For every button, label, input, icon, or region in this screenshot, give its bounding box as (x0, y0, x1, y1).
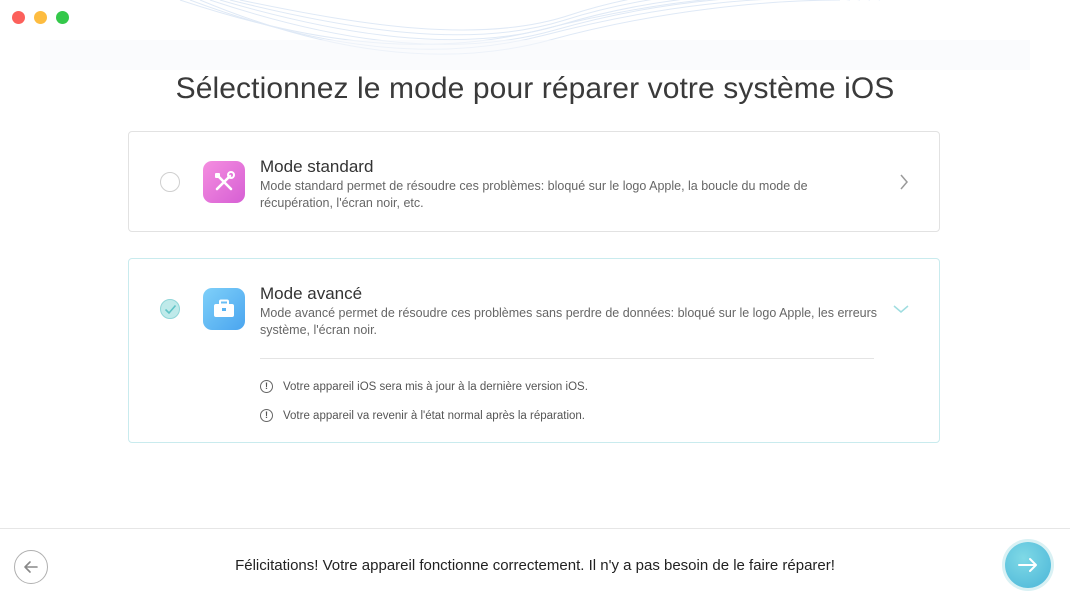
close-window-button[interactable] (12, 11, 25, 24)
divider (260, 358, 874, 359)
maximize-window-button[interactable] (56, 11, 69, 24)
window-controls (12, 11, 69, 24)
mode-description-advanced: Mode avancé permet de résoudre ces probl… (260, 306, 878, 337)
mode-radio-standard[interactable] (160, 172, 180, 192)
info-icon: ! (260, 380, 273, 393)
briefcase-icon (203, 288, 245, 330)
mode-card-standard[interactable]: Mode standard Mode standard permet de ré… (128, 131, 940, 232)
mode-title-advanced: Mode avancé (260, 284, 363, 303)
page-title: Sélectionnez le mode pour réparer votre … (175, 72, 895, 105)
tools-icon (203, 161, 245, 203)
note-item: ! Votre appareil va revenir à l'état nor… (260, 409, 585, 422)
checkmark-icon (164, 304, 177, 315)
chevron-down-icon[interactable] (893, 301, 909, 319)
note-text: Votre appareil iOS sera mis à jour à la … (283, 380, 588, 393)
header-decoration (0, 0, 1070, 80)
status-message: Félicitations! Votre appareil fonctionne… (235, 557, 835, 574)
minimize-window-button[interactable] (34, 11, 47, 24)
note-text: Votre appareil va revenir à l'état norma… (283, 409, 585, 422)
footer-bar: Félicitations! Votre appareil fonctionne… (0, 528, 1070, 600)
next-button[interactable] (1005, 542, 1051, 588)
mode-title-standard: Mode standard (260, 157, 374, 176)
mode-card-advanced[interactable]: Mode avancé Mode avancé permet de résoud… (128, 258, 940, 443)
arrow-right-icon (1018, 558, 1037, 572)
mode-description-standard: Mode standard permet de résoudre ces pro… (260, 179, 808, 210)
note-item: ! Votre appareil iOS sera mis à jour à l… (260, 380, 588, 393)
info-icon: ! (260, 409, 273, 422)
chevron-right-icon[interactable] (899, 174, 909, 195)
mode-radio-advanced[interactable] (160, 299, 180, 319)
